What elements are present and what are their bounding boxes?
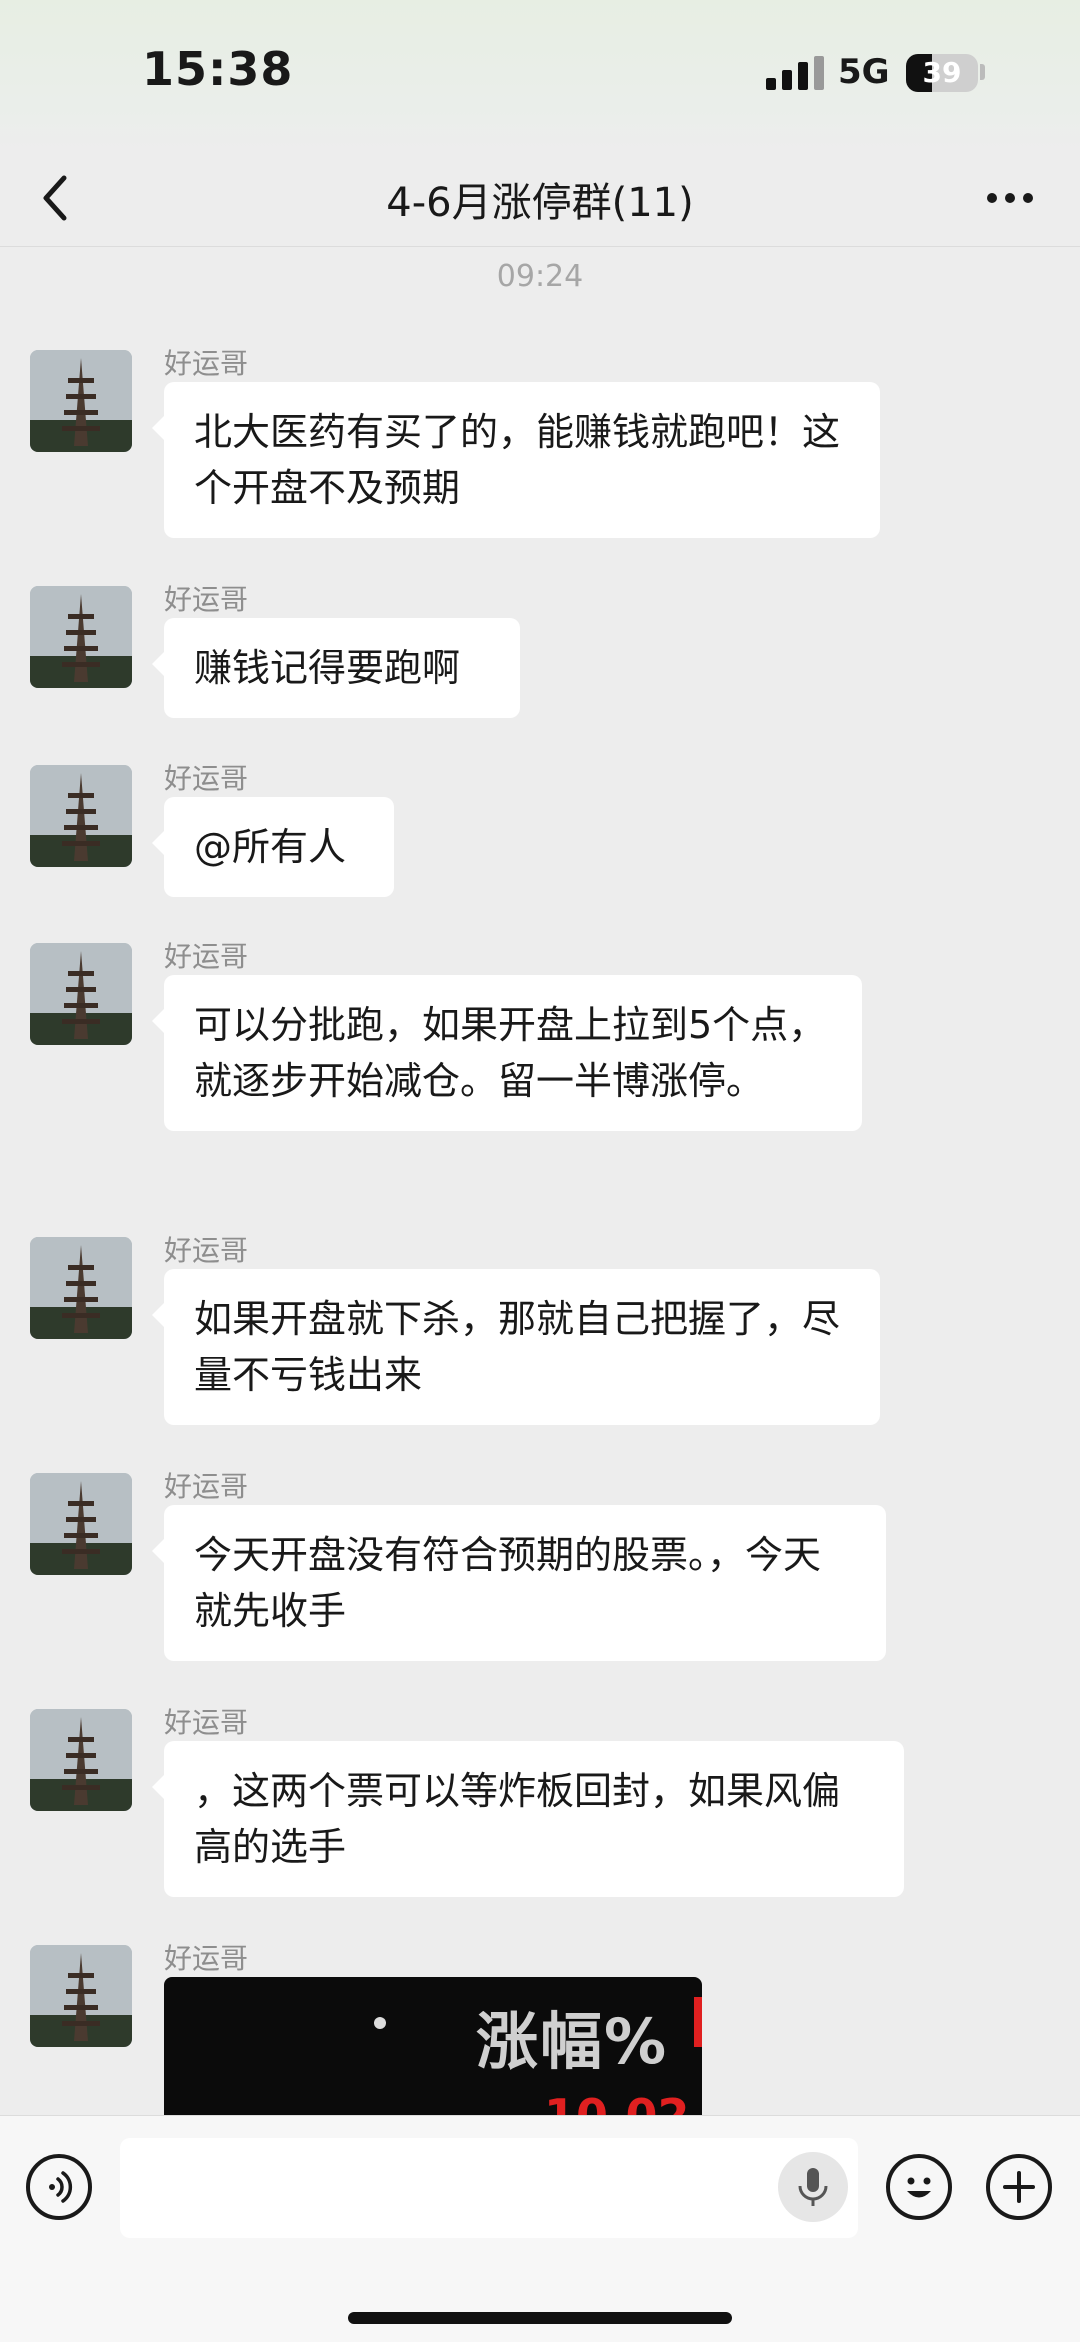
battery-tip [980,64,985,80]
status-bar: 15:38 5G 39 [0,0,1080,150]
status-time: 15:38 [142,42,294,96]
more-dots-icon[interactable] [984,174,1036,222]
microphone-icon[interactable] [778,2152,848,2222]
pagoda-icon [30,350,132,452]
pagoda-icon [30,1945,132,2047]
avatar[interactable] [30,1709,132,1811]
avatar[interactable] [30,586,132,688]
avatar[interactable] [30,350,132,452]
sender-name: 好运哥 [164,1470,249,1503]
chat-area[interactable]: 09:24 好运哥 北大医药有买了的，能赚钱就跑吧！这个开盘不及预期 好运哥 赚… [0,247,1080,2115]
avatar[interactable] [30,765,132,867]
signal-icon [766,56,824,90]
sender-name: 好运哥 [164,347,249,380]
pagoda-icon [30,1473,132,1575]
message-bubble[interactable]: ，这两个票可以等炸板回封，如果风偏高的选手 [152,1741,904,1897]
avatar[interactable] [30,943,132,1045]
message-input[interactable] [120,2138,858,2238]
message-bubble[interactable]: 可以分批跑，如果开盘上拉到5个点，就逐步开始减仓。留一半博涨停。 [152,975,862,1131]
image-message[interactable]: 涨幅% 10.02 [164,1977,702,2115]
message-bubble[interactable]: 今天开盘没有符合预期的股票。，今天就先收手 [152,1505,886,1661]
voice-icon[interactable] [26,2154,92,2220]
pagoda-icon [30,1709,132,1811]
avatar[interactable] [30,1945,132,2047]
chat-header: 4-6月涨停群(11) [0,150,1080,247]
message-bubble[interactable]: 如果开盘就下杀，那就自己把握了，尽量不亏钱出来 [152,1269,880,1425]
battery-percent: 39 [922,56,962,89]
plus-icon[interactable] [986,2154,1052,2220]
message-bubble[interactable]: 北大医药有买了的，能赚钱就跑吧！这个开盘不及预期 [152,382,880,538]
sender-name: 好运哥 [164,1706,249,1739]
image-label: 涨幅% [476,2005,669,2078]
sender-name: 好运哥 [164,762,249,795]
image-red-marker [694,1997,702,2047]
pagoda-icon [30,765,132,867]
message-bubble[interactable]: @所有人 [152,797,394,897]
sender-name: 好运哥 [164,583,249,616]
sender-name: 好运哥 [164,1942,249,1975]
chat-title: 4-6月涨停群(11) [386,180,694,226]
image-value: 10.02 [544,2089,690,2115]
pagoda-icon [30,586,132,688]
network-type: 5G [838,52,890,92]
emoji-icon[interactable] [886,2154,952,2220]
sender-name: 好运哥 [164,940,249,973]
pagoda-icon [30,1237,132,1339]
message-bubble[interactable]: 赚钱记得要跑啊 [152,618,520,718]
battery-icon: 39 [906,54,978,92]
home-indicator[interactable] [348,2312,732,2324]
image-dot [374,2017,386,2029]
message-timestamp: 09:24 [496,259,584,294]
input-bar [0,2115,1080,2342]
sender-name: 好运哥 [164,1234,249,1267]
pagoda-icon [30,943,132,1045]
avatar[interactable] [30,1237,132,1339]
avatar[interactable] [30,1473,132,1575]
